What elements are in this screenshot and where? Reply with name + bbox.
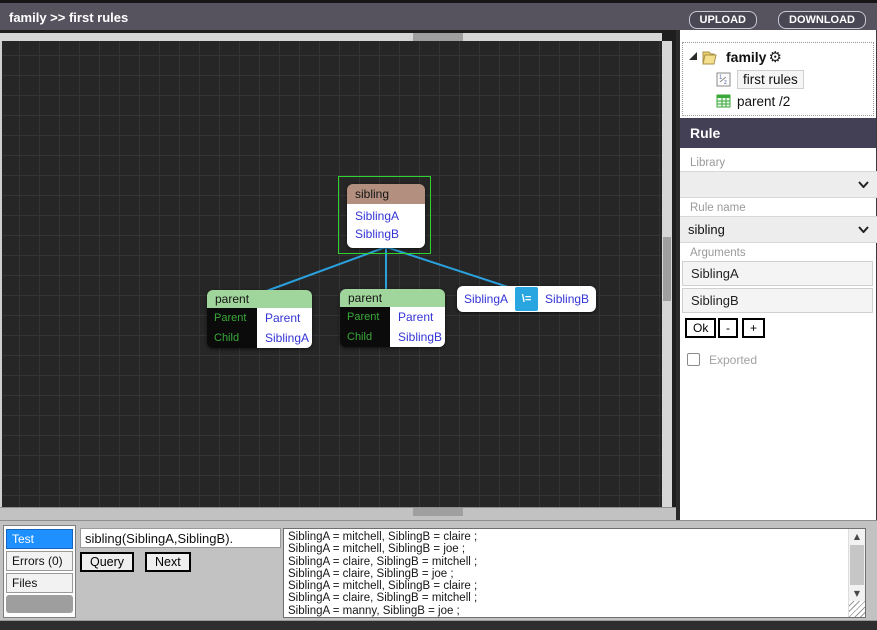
- app-window: family >> first rules UPLOAD DOWNLOAD si…: [0, 0, 877, 630]
- exported-checkbox[interactable]: [687, 353, 700, 366]
- results-text: SiblingA = mitchell, SiblingB = claire ;…: [284, 529, 848, 617]
- rule-node-arg[interactable]: SiblingB: [347, 225, 425, 243]
- hscroll-thumb[interactable]: [413, 508, 463, 516]
- download-button[interactable]: DOWNLOAD: [778, 11, 866, 29]
- goal-node-parent-1[interactable]: parent Parent Parent Child SiblingA: [207, 290, 312, 348]
- goal-node-parent-2[interactable]: parent Parent Parent Child SiblingB: [340, 289, 445, 347]
- rule-node-title[interactable]: sibling: [347, 184, 425, 204]
- results-box: SiblingA = mitchell, SiblingB = claire ;…: [283, 528, 866, 618]
- next-button[interactable]: Next: [145, 552, 191, 572]
- goal-arg[interactable]: Parent: [257, 308, 312, 328]
- arguments-label: Arguments: [690, 247, 746, 259]
- goal-node-title[interactable]: parent: [207, 290, 312, 308]
- tree-label-family[interactable]: family: [726, 49, 766, 65]
- neq-right-arg[interactable]: SiblingB: [538, 292, 596, 306]
- tab-errors[interactable]: Errors (0): [6, 551, 73, 571]
- resize-grip-icon[interactable]: [849, 601, 865, 617]
- canvas-vscrollbar[interactable]: [662, 41, 672, 507]
- goal-arg[interactable]: Parent: [390, 307, 445, 327]
- tree-label-parent[interactable]: parent /2: [737, 94, 790, 109]
- neq-left-arg[interactable]: SiblingA: [457, 292, 515, 306]
- rules-file-icon: 1 z: [716, 72, 731, 87]
- page-bottom-strip: [0, 620, 877, 630]
- tree-expander-icon[interactable]: [689, 52, 697, 60]
- sidebar: family ⚙ 1 z first rules: [676, 30, 877, 520]
- chevron-down-icon: [858, 226, 869, 233]
- top-bar: family >> first rules UPLOAD DOWNLOAD: [0, 0, 877, 30]
- query-button[interactable]: Query: [80, 552, 134, 572]
- library-label: Library: [690, 157, 725, 169]
- results-scrollbar[interactable]: ▲ ▼: [848, 529, 865, 617]
- scroll-up-icon[interactable]: ▲: [849, 530, 865, 544]
- argument-input-2[interactable]: SiblingB: [682, 288, 873, 313]
- results-scroll-thumb[interactable]: [850, 545, 864, 585]
- minus-button[interactable]: -: [718, 318, 738, 338]
- goal-arg[interactable]: SiblingA: [257, 328, 312, 348]
- table-icon: [716, 94, 731, 108]
- rule-diagram-canvas[interactable]: sibling SiblingA SiblingB parent Parent …: [0, 41, 662, 507]
- upload-button[interactable]: UPLOAD: [689, 11, 757, 29]
- folder-icon: [702, 50, 720, 65]
- goal-arg[interactable]: SiblingB: [390, 327, 445, 347]
- svg-text:z: z: [724, 80, 727, 86]
- breadcrumb: family >> first rules: [9, 10, 128, 25]
- goal-node-title[interactable]: parent: [340, 289, 445, 307]
- tree-node-parent[interactable]: parent /2: [683, 90, 873, 112]
- library-select[interactable]: [680, 171, 877, 198]
- canvas-hscrollbar-top[interactable]: [0, 33, 662, 41]
- exported-label: Exported: [709, 353, 757, 367]
- goal-param: Parent: [207, 308, 257, 328]
- tree-node-first-rules[interactable]: 1 z first rules: [683, 68, 873, 90]
- tree-node-family[interactable]: family ⚙: [683, 46, 873, 68]
- tab-column-spacer: [6, 595, 73, 613]
- bottom-tab-column: Test Errors (0) Files: [3, 525, 76, 618]
- project-tree: family ⚙ 1 z first rules: [682, 42, 874, 116]
- gear-icon[interactable]: ⚙: [768, 50, 781, 64]
- rule-node-sibling[interactable]: sibling SiblingA SiblingB: [347, 184, 425, 248]
- rule-name-select[interactable]: sibling: [680, 216, 877, 243]
- query-input[interactable]: [80, 528, 281, 548]
- vscroll-thumb[interactable]: [663, 237, 671, 301]
- tab-test[interactable]: Test: [6, 529, 73, 549]
- rule-panel-title: Rule: [680, 118, 876, 148]
- ok-button[interactable]: Ok: [685, 318, 716, 338]
- bottom-panel: Test Errors (0) Files Query Next Sibling…: [0, 520, 877, 620]
- tree-label-first-rules[interactable]: first rules: [737, 70, 804, 89]
- not-equal-operator-icon[interactable]: \=: [515, 287, 538, 311]
- rule-name-label: Rule name: [690, 202, 746, 214]
- tab-files[interactable]: Files: [6, 573, 73, 593]
- rule-name-value: sibling: [688, 222, 725, 237]
- canvas-area: sibling SiblingA SiblingB parent Parent …: [0, 30, 676, 520]
- goal-param: Parent: [340, 307, 390, 327]
- neq-node[interactable]: SiblingA \= SiblingB: [457, 286, 596, 312]
- scroll-down-icon[interactable]: ▼: [849, 587, 865, 601]
- goal-param: Child: [340, 327, 390, 347]
- chevron-down-icon: [858, 181, 869, 188]
- edges-layer: [2, 41, 662, 507]
- plus-button[interactable]: +: [742, 318, 765, 338]
- hscroll-thumb[interactable]: [413, 33, 463, 41]
- goal-param: Child: [207, 328, 257, 348]
- rule-node-arg[interactable]: SiblingA: [347, 207, 425, 225]
- argument-input-1[interactable]: SiblingA: [682, 261, 873, 286]
